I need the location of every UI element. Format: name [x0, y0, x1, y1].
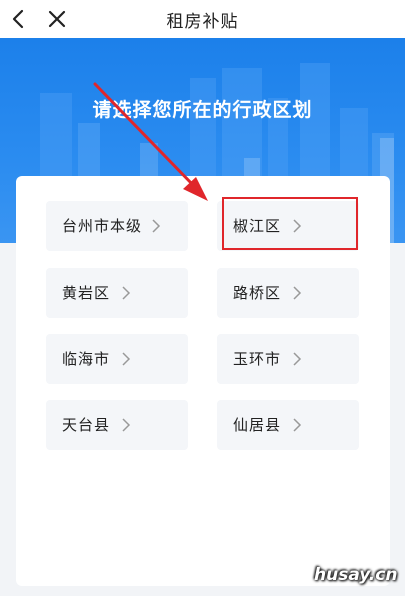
watermark-text: husay.cn	[314, 565, 398, 585]
chevron-right-icon	[293, 418, 302, 432]
chevron-right-icon	[293, 352, 302, 366]
chevron-right-icon	[122, 286, 131, 300]
district-label: 黄岩区	[62, 284, 111, 302]
district-item[interactable]: 台州市本级	[46, 201, 188, 251]
chevron-right-icon	[122, 352, 131, 366]
district-item[interactable]: 仙居县	[217, 400, 359, 450]
top-nav-bar: 租房补贴	[0, 0, 405, 38]
district-item[interactable]: 玉环市	[217, 334, 359, 384]
page-title: 租房补贴	[166, 12, 239, 32]
district-label: 玉环市	[233, 350, 282, 368]
district-label: 仙居县	[233, 416, 282, 434]
chevron-right-icon	[122, 418, 131, 432]
district-item[interactable]: 天台县	[46, 400, 188, 450]
district-label: 路桥区	[233, 284, 282, 302]
chevron-right-icon	[152, 219, 161, 233]
district-item[interactable]: 路桥区	[217, 268, 359, 318]
district-label: 临海市	[62, 350, 111, 368]
district-label: 天台县	[62, 416, 111, 434]
banner-heading: 请选择您所在的行政区划	[92, 99, 313, 121]
district-item[interactable]: 临海市	[46, 334, 188, 384]
annotation-highlight-box	[222, 197, 358, 250]
district-label: 台州市本级	[62, 217, 143, 235]
chevron-right-icon	[293, 286, 302, 300]
district-item[interactable]: 黄岩区	[46, 268, 188, 318]
